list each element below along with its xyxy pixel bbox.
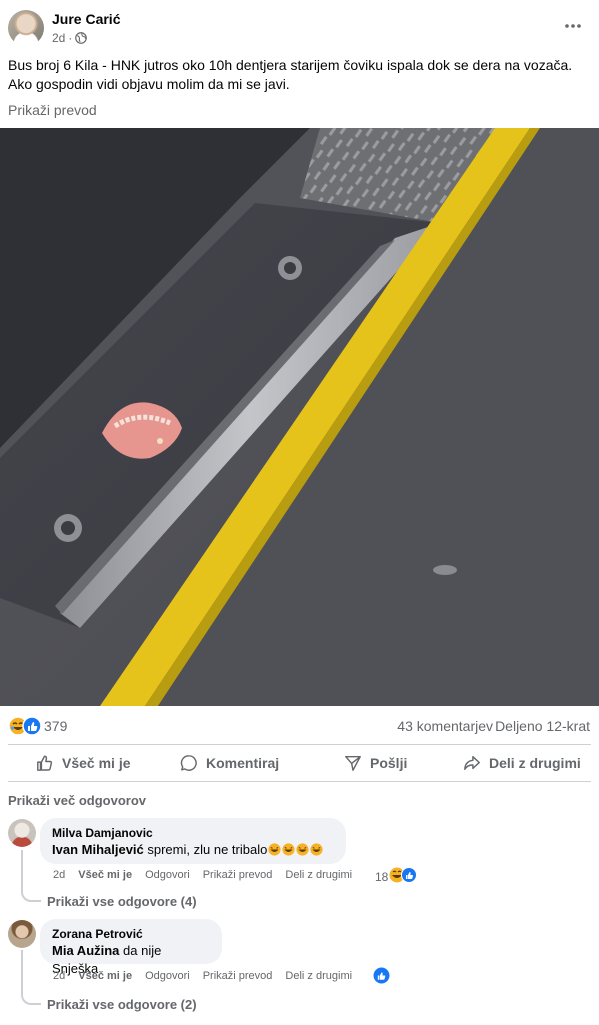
thumbs-up-icon — [36, 754, 54, 772]
comment-actions: 2d Všeč mi je Odgovori Prikaži prevod De… — [53, 970, 352, 982]
view-all-replies-link[interactable]: Prikaži vse odgovore (4) — [47, 894, 197, 909]
send-button[interactable]: Pošlji — [344, 746, 407, 780]
reactions-summary: 379 43 komentarjev Deljeno 12-krat — [0, 714, 599, 738]
comment-bubble: Zorana Petrović Mia Aužina da nije Snješ… — [40, 919, 222, 976]
share-arrow-icon — [463, 754, 481, 772]
more-options-icon[interactable] — [563, 16, 583, 36]
comment-bubble-icon — [180, 754, 198, 772]
comment-author[interactable]: Zorana Petrović — [52, 926, 210, 942]
divider — [8, 781, 591, 782]
author-name[interactable]: Jure Carić — [52, 11, 120, 27]
comment-body: spremi, zlu ne tribalo — [143, 842, 268, 857]
comment-button[interactable]: Komentiraj — [180, 746, 279, 780]
comment-share-button[interactable]: Deli z drugimi — [285, 970, 352, 982]
comment-mention[interactable]: Mia Aužina — [52, 943, 119, 958]
reaction-count[interactable]: 379 — [44, 718, 67, 734]
commenter-avatar[interactable] — [8, 819, 36, 847]
comment-author[interactable]: Milva Damjanovic — [52, 825, 334, 841]
comment-age[interactable]: 2d — [53, 869, 65, 881]
comment-like-button[interactable]: Všeč mi je — [78, 869, 132, 881]
post-header: Jure Carić 2d · — [0, 0, 599, 55]
comment-translate-button[interactable]: Prikaži prevod — [203, 869, 273, 881]
post-photo[interactable] — [0, 128, 599, 706]
like-label: Všeč mi je — [62, 755, 131, 771]
divider — [8, 744, 591, 745]
comment-bubble: Milva Damjanovic Ivan Mihaljević spremi,… — [40, 818, 346, 864]
post-meta: 2d · — [52, 31, 88, 45]
share-button[interactable]: Deli z drugimi — [463, 746, 581, 780]
post-text-line-1: Bus broj 6 Kila - HNK jutros oko 10h den… — [8, 57, 573, 73]
comment-count[interactable]: 43 komentarjev — [397, 718, 493, 734]
like-reaction-icon — [373, 967, 390, 987]
commenter-avatar[interactable] — [8, 920, 36, 948]
view-all-replies-link[interactable]: Prikaži vse odgovore (2) — [47, 997, 197, 1012]
author-avatar[interactable] — [8, 10, 44, 46]
post-actions: Všeč mi je Komentiraj Pošlji Deli z drug… — [0, 746, 599, 780]
comment-share-button[interactable]: Deli z drugimi — [285, 869, 352, 881]
haha-like-reaction-icon — [389, 867, 418, 886]
post-text: Bus broj 6 Kila - HNK jutros oko 10h den… — [8, 56, 588, 94]
dentures-on-bus-step-photo — [0, 128, 599, 706]
like-button[interactable]: Všeč mi je — [36, 746, 131, 780]
share-label: Deli z drugimi — [489, 755, 581, 771]
reply-thread-line — [21, 850, 41, 902]
comment-reply-button[interactable]: Odgovori — [145, 869, 190, 881]
send-label: Pošlji — [370, 755, 408, 771]
share-count[interactable]: Deljeno 12-krat — [495, 718, 590, 734]
view-more-replies-link[interactable]: Prikaži več odgovorov — [8, 793, 146, 808]
comment-age[interactable]: 2d — [53, 970, 65, 982]
reaction-icons[interactable] — [8, 716, 42, 736]
meta-separator: · — [68, 31, 73, 45]
comment-actions: 2d Všeč mi je Odgovori Prikaži prevod De… — [53, 869, 352, 881]
comment-text: Ivan Mihaljević spremi, zlu ne tribalo — [52, 841, 334, 859]
send-icon — [344, 754, 362, 772]
comment-translate-button[interactable]: Prikaži prevod — [203, 970, 273, 982]
comment-label: Komentiraj — [206, 755, 280, 771]
comment-reactions[interactable]: 18 — [375, 867, 418, 886]
laughing-emoji-icon — [267, 842, 323, 857]
post-text-line-2: Ako gospodin vidi objavu molim da mi se … — [8, 76, 290, 92]
comment-reply-button[interactable]: Odgovori — [145, 970, 190, 982]
comment-like-button[interactable]: Všeč mi je — [78, 970, 132, 982]
post-age[interactable]: 2d — [52, 31, 65, 45]
comment-reaction-count: 18 — [375, 869, 389, 884]
comment-mention[interactable]: Ivan Mihaljević — [52, 842, 144, 857]
reply-thread-line — [21, 950, 41, 1005]
comment-reactions[interactable] — [372, 967, 390, 987]
see-translation-link[interactable]: Prikaži prevod — [8, 102, 97, 118]
globe-icon — [75, 32, 88, 44]
